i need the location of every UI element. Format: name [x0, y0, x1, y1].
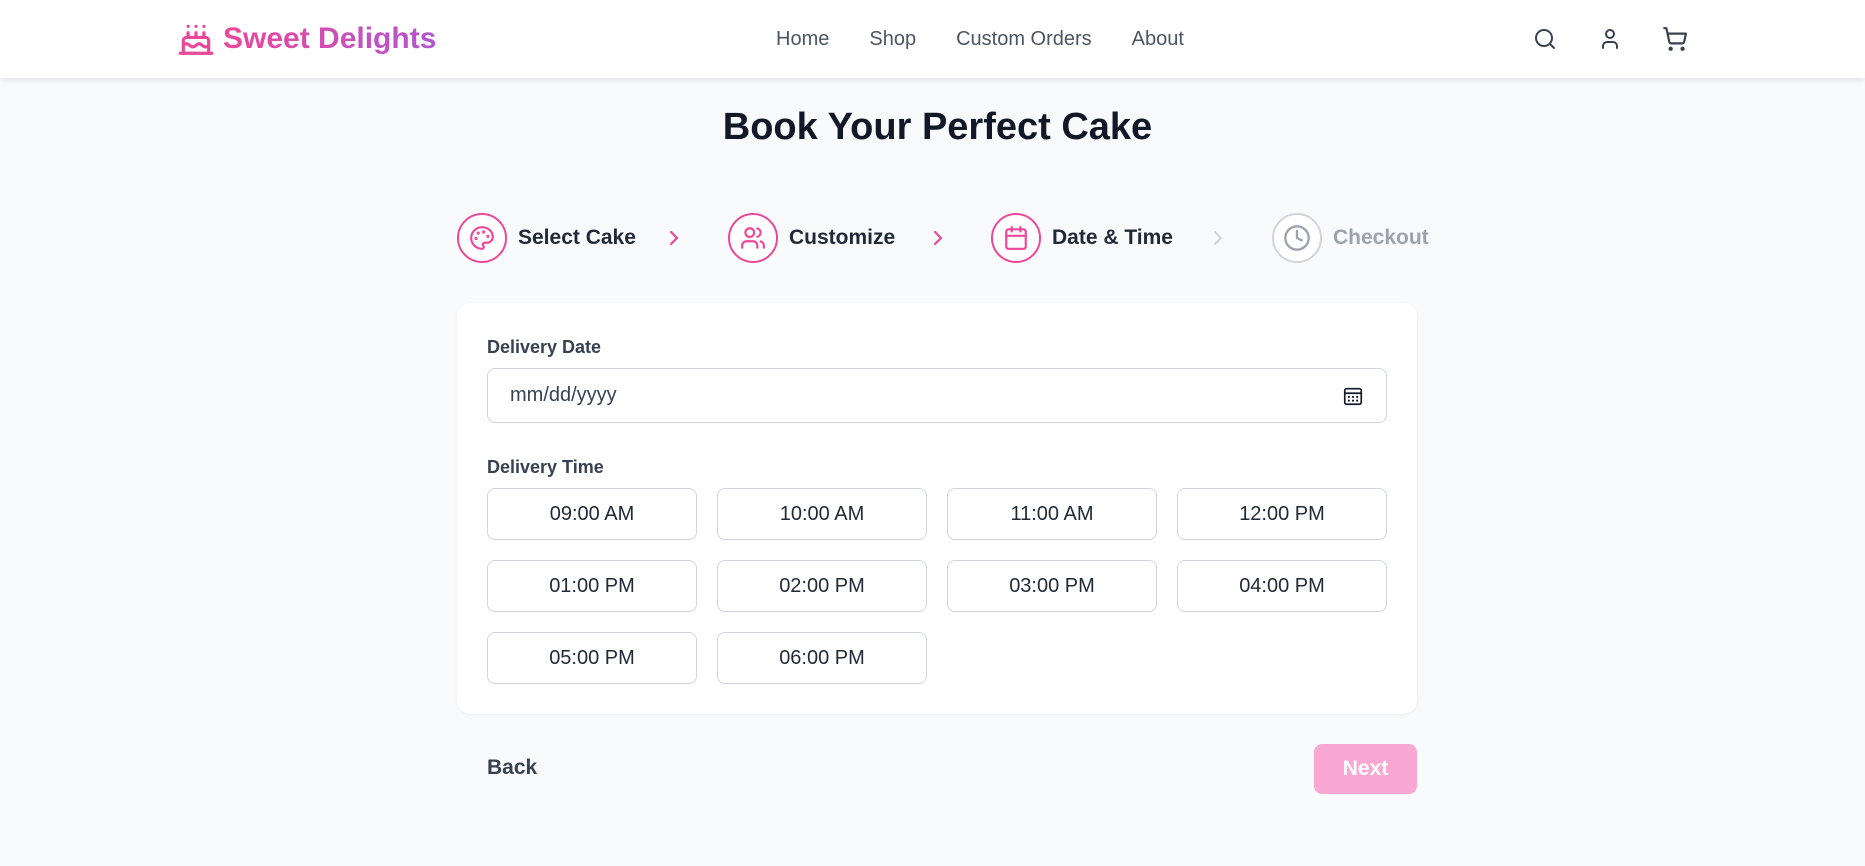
- header-actions: [1530, 22, 1725, 56]
- next-button[interactable]: Next: [1314, 744, 1417, 794]
- nav-about[interactable]: About: [1132, 24, 1184, 54]
- user-icon[interactable]: [1595, 22, 1625, 56]
- step-select-cake[interactable]: Select Cake: [457, 213, 636, 263]
- step-label: Date & Time: [1052, 226, 1173, 249]
- chevron-right-icon: [933, 230, 943, 246]
- time-slot-1500[interactable]: 03:00 PM: [947, 560, 1157, 612]
- time-slot-0900[interactable]: 09:00 AM: [487, 488, 697, 540]
- site-header: Sweet Delights Home Shop Custom Orders A…: [0, 0, 1865, 78]
- cake-icon: [177, 20, 215, 58]
- cart-icon[interactable]: [1660, 22, 1690, 56]
- search-icon[interactable]: [1530, 22, 1560, 56]
- time-slot-1800[interactable]: 06:00 PM: [717, 632, 927, 684]
- time-slot-1000[interactable]: 10:00 AM: [717, 488, 927, 540]
- booking-card: Delivery Date Delivery Time 09:00 AM 10:…: [457, 303, 1417, 714]
- step-label: Checkout: [1333, 226, 1429, 249]
- step-date-time[interactable]: Date & Time: [991, 213, 1173, 263]
- brand-name: Sweet Delights: [223, 22, 437, 55]
- chevron-right-icon: [669, 230, 679, 246]
- time-slot-1400[interactable]: 02:00 PM: [717, 560, 927, 612]
- step-label: Customize: [789, 226, 896, 249]
- chevron-right-icon: [1213, 230, 1223, 246]
- users-icon: [728, 213, 778, 263]
- page-title: Book Your Perfect Cake: [722, 106, 1153, 148]
- nav-shop[interactable]: Shop: [869, 24, 916, 54]
- time-slot-1600[interactable]: 04:00 PM: [1177, 560, 1387, 612]
- main-nav: Home Shop Custom Orders About: [776, 24, 1224, 54]
- time-slot-1100[interactable]: 11:00 AM: [947, 488, 1157, 540]
- delivery-time-label: Delivery Time: [487, 457, 604, 477]
- nav-home[interactable]: Home: [776, 24, 829, 54]
- clock-icon: [1272, 213, 1322, 263]
- delivery-date-input[interactable]: [510, 384, 1310, 407]
- time-slot-1300[interactable]: 01:00 PM: [487, 560, 697, 612]
- delivery-date-field[interactable]: [487, 368, 1387, 423]
- step-customize[interactable]: Customize: [728, 213, 895, 263]
- nav-custom-orders[interactable]: Custom Orders: [956, 24, 1092, 54]
- back-button[interactable]: Back: [487, 756, 537, 780]
- step-label: Select Cake: [518, 226, 636, 249]
- brand-logo[interactable]: Sweet Delights: [177, 19, 436, 59]
- calendar-icon: [991, 213, 1041, 263]
- calendar-icon[interactable]: [1342, 385, 1364, 407]
- time-slot-1700[interactable]: 05:00 PM: [487, 632, 697, 684]
- step-checkout[interactable]: Checkout: [1272, 213, 1429, 263]
- palette-icon: [457, 213, 507, 263]
- time-slot-1200[interactable]: 12:00 PM: [1177, 488, 1387, 540]
- delivery-date-label: Delivery Date: [487, 337, 602, 357]
